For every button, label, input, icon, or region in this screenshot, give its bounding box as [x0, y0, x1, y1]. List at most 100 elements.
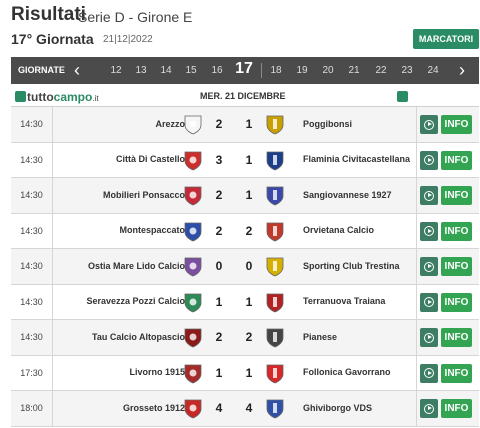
match-time: 14:30	[11, 249, 53, 284]
info-button[interactable]: INFO	[441, 328, 472, 347]
home-team: Città Di Castello	[115, 154, 185, 165]
info-button[interactable]: INFO	[441, 150, 472, 170]
round-link[interactable]: 18	[267, 65, 285, 76]
home-team: Seravezza Pozzi Calcio	[86, 296, 185, 307]
chevron-right-icon[interactable]: ›	[459, 60, 465, 80]
away-score: 1	[245, 188, 253, 203]
home-team-crest-icon	[184, 328, 202, 348]
away-team-crest-icon	[266, 151, 284, 170]
info-button[interactable]: INFO	[441, 292, 472, 312]
home-score: 2	[215, 330, 223, 345]
home-score: 2	[215, 188, 223, 203]
away-team: Terranuova Traiana	[303, 296, 386, 307]
round-link[interactable]: 24	[424, 65, 442, 76]
play-video-icon[interactable]	[420, 399, 438, 418]
play-video-icon[interactable]	[420, 257, 438, 276]
table-row: 14:30 Seravezza Pozzi Calcio 1 1 Terranu…	[11, 284, 479, 320]
round-link[interactable]: 23	[398, 65, 416, 76]
table-row: 14:30 Tau Calcio Altopascio 2 2 Pianese …	[11, 320, 479, 356]
row-divider	[416, 142, 417, 177]
home-team: Grosseto 1912	[122, 402, 185, 413]
away-score: 1	[245, 365, 253, 380]
row-divider	[416, 213, 417, 248]
results-header: Risultati Serie D - Girone E	[11, 4, 471, 28]
round-navigation: GIORNATE ‹ 12 13 14 15 16 17 18 19 20 21…	[11, 57, 479, 84]
play-video-icon[interactable]	[420, 186, 438, 205]
home-score: 3	[215, 152, 223, 167]
round-date: 21|12|2022	[103, 34, 153, 45]
brand-logo[interactable]: tuttocampo.it	[15, 90, 99, 104]
round-link[interactable]: 21	[345, 65, 363, 76]
chevron-left-icon[interactable]: ‹	[74, 60, 80, 80]
brand-mark-icon	[397, 91, 408, 102]
home-team: Arezzo	[155, 118, 185, 129]
table-row: 14:30 Montespaccato 2 2 Orvietana Calcio…	[11, 213, 479, 249]
round-link[interactable]: 22	[372, 65, 390, 76]
results-table: 14:30 Arezzo 2 1 Poggibonsi INFO 14:30 C…	[11, 106, 479, 427]
round-link[interactable]: 16	[208, 65, 226, 76]
away-score: 1	[245, 117, 253, 132]
play-video-icon[interactable]	[420, 150, 438, 170]
home-team: Mobilieri Ponsacco	[102, 189, 185, 200]
play-video-icon[interactable]	[420, 115, 438, 134]
home-score: 4	[215, 401, 223, 416]
away-team-crest-icon	[266, 328, 284, 348]
match-time: 14:30	[11, 320, 53, 355]
info-button[interactable]: INFO	[441, 257, 472, 276]
home-team: Montespaccato	[119, 225, 185, 236]
home-team-crest-icon	[184, 222, 202, 241]
home-score: 1	[215, 365, 223, 380]
away-team-crest-icon	[266, 222, 284, 241]
home-team-crest-icon	[184, 399, 202, 419]
info-button[interactable]: INFO	[441, 221, 472, 241]
away-team-crest-icon	[266, 399, 284, 419]
home-team-crest-icon	[184, 186, 202, 206]
away-team: Sporting Club Trestina	[303, 260, 400, 271]
away-team: Pianese	[303, 331, 338, 342]
round-link[interactable]: 14	[157, 65, 175, 76]
away-team-crest-icon	[266, 115, 284, 135]
play-video-icon[interactable]	[420, 363, 438, 383]
round-link[interactable]: 15	[182, 65, 200, 76]
row-divider	[416, 391, 417, 426]
round-link[interactable]: 19	[293, 65, 311, 76]
home-team: Livorno 1915	[129, 367, 185, 378]
round-link[interactable]: 20	[319, 65, 337, 76]
match-time: 14:30	[11, 213, 53, 248]
away-team-crest-icon	[266, 293, 284, 312]
away-score: 2	[245, 330, 253, 345]
info-button[interactable]: INFO	[441, 115, 472, 134]
info-button[interactable]: INFO	[441, 399, 472, 418]
table-row: 14:30 Arezzo 2 1 Poggibonsi INFO	[11, 107, 479, 143]
match-time: 14:30	[11, 142, 53, 177]
home-score: 1	[215, 294, 223, 309]
home-team: Tau Calcio Altopascio	[91, 331, 185, 342]
play-video-icon[interactable]	[420, 292, 438, 312]
away-team: Orvietana Calcio	[303, 225, 375, 236]
away-team: Flaminia Civitacastellana	[303, 154, 411, 165]
current-round[interactable]: 17	[235, 60, 253, 78]
home-team: Ostia Mare Lido Calcio	[87, 260, 185, 271]
away-score: 0	[245, 259, 253, 274]
match-time: 18:00	[11, 391, 53, 426]
brand-name-a: tutto	[27, 90, 54, 104]
round-link[interactable]: 12	[107, 65, 125, 76]
brand-mark-icon	[15, 91, 26, 102]
scorers-button[interactable]: MARCATORI	[413, 29, 479, 49]
home-team-crest-icon	[184, 257, 202, 277]
info-button[interactable]: INFO	[441, 186, 472, 205]
round-link[interactable]: 13	[132, 65, 150, 76]
play-video-icon[interactable]	[420, 221, 438, 241]
play-video-icon[interactable]	[420, 328, 438, 347]
home-score: 2	[215, 117, 223, 132]
row-divider	[416, 284, 417, 319]
brand-suffix: .it	[92, 94, 99, 103]
away-team: Poggibonsi	[303, 118, 352, 129]
row-divider	[416, 320, 417, 355]
away-team-crest-icon	[266, 257, 284, 277]
row-divider	[416, 355, 417, 390]
info-button[interactable]: INFO	[441, 363, 472, 383]
home-team-crest-icon	[184, 151, 202, 170]
away-team: Sangiovannese 1927	[303, 189, 392, 200]
home-team-crest-icon	[184, 293, 202, 312]
